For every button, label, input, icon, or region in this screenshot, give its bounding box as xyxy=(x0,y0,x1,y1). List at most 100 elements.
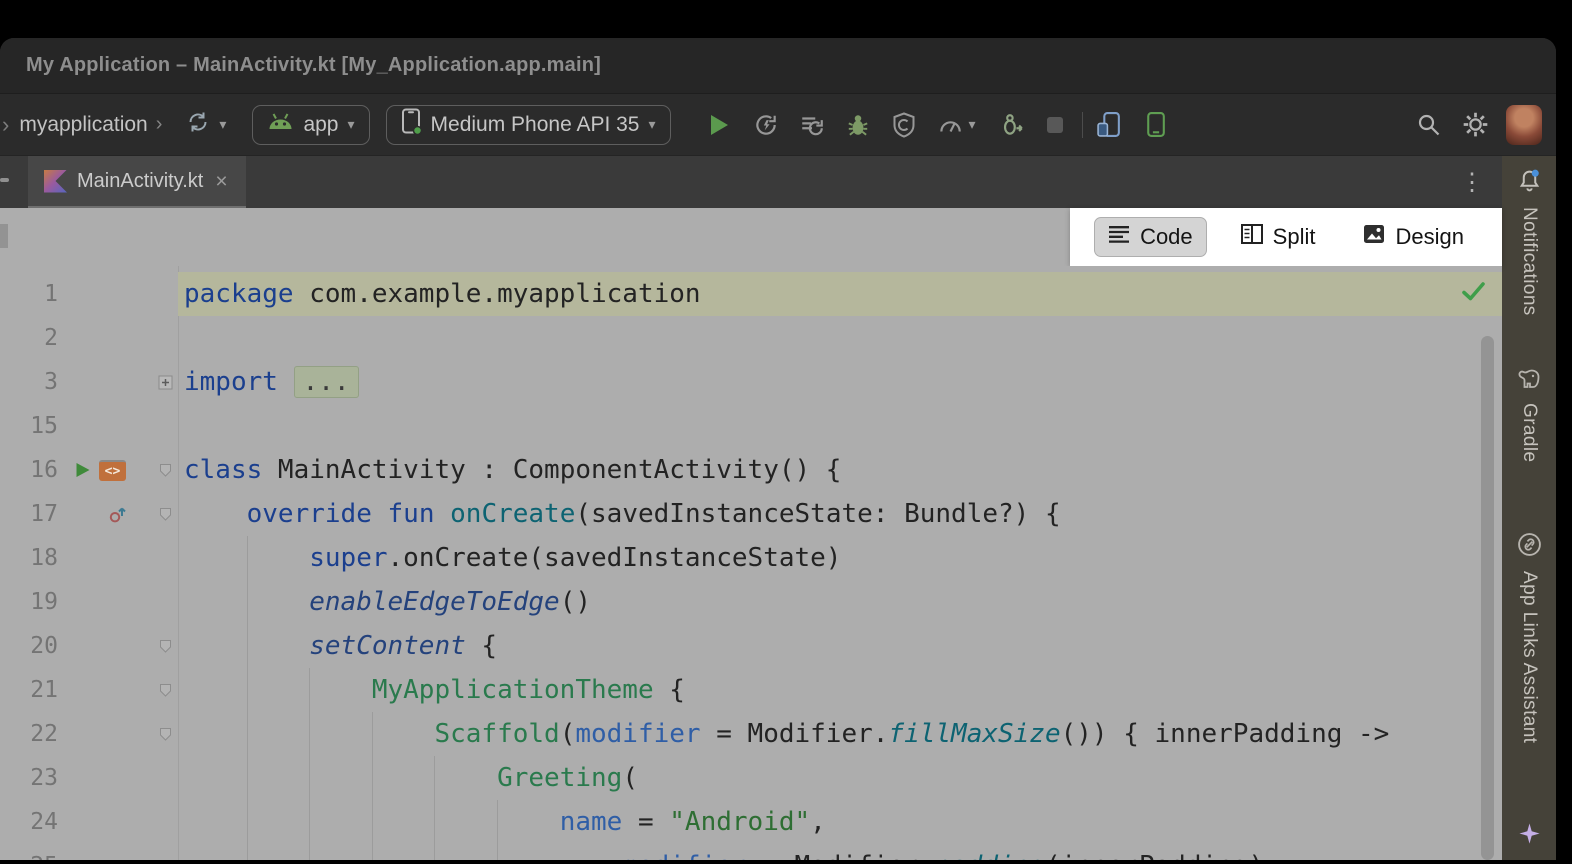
design-view-icon xyxy=(1363,224,1385,250)
editor-scrollbar[interactable] xyxy=(1481,336,1494,860)
phone-device-icon xyxy=(401,108,422,141)
device-manager-icon xyxy=(1096,111,1123,138)
design-view-button[interactable]: Design xyxy=(1349,217,1477,257)
fold-column xyxy=(152,580,178,624)
code-line[interactable]: 18 super.onCreate(savedInstanceState) xyxy=(0,536,1502,580)
fold-marker-icon[interactable] xyxy=(158,492,173,536)
fold-column xyxy=(152,712,178,756)
code-text: Scaffold(modifier = Modifier.fillMaxSize… xyxy=(178,712,1502,756)
bell-icon xyxy=(1517,168,1542,198)
tool-window-label: App Links Assistant xyxy=(1518,571,1540,743)
fold-marker-icon[interactable] xyxy=(158,712,173,756)
gradle-sync-button[interactable]: ▾ xyxy=(176,105,236,145)
tool-window-gradle[interactable]: Gradle xyxy=(1516,368,1543,462)
android-head-icon xyxy=(267,112,294,137)
profiler-button[interactable] xyxy=(933,108,967,142)
override-gutter-icon[interactable] xyxy=(108,504,128,524)
search-everywhere-button[interactable] xyxy=(1412,108,1446,142)
code-text: super.onCreate(savedInstanceState) xyxy=(178,536,1502,580)
settings-button[interactable] xyxy=(1458,108,1492,142)
gutter-icons xyxy=(58,756,152,800)
run-gutter-icon[interactable] xyxy=(74,461,91,479)
running-devices-button[interactable] xyxy=(1139,108,1173,142)
tool-window-notifications[interactable]: Notifications xyxy=(1517,168,1542,316)
user-avatar[interactable] xyxy=(1506,105,1542,145)
debug-bug-icon xyxy=(845,112,871,138)
code-text: class MainActivity : ComponentActivity()… xyxy=(178,448,1502,492)
apply-changes-button[interactable] xyxy=(749,108,783,142)
code-line[interactable]: 25 modifier = Modifier.padding(innerPadd… xyxy=(0,844,1502,860)
gutter-icons xyxy=(58,844,152,860)
fold-column xyxy=(152,448,178,492)
code-line[interactable]: 23 Greeting( xyxy=(0,756,1502,800)
fold-marker-icon[interactable] xyxy=(158,668,173,712)
running-devices-icon xyxy=(1142,111,1169,138)
code-line[interactable]: 15 xyxy=(0,404,1502,448)
window-titlebar: My Application – MainActivity.kt [My_App… xyxy=(0,38,1556,94)
gemini-assistant-button[interactable] xyxy=(1518,822,1541,850)
fold-column xyxy=(152,272,178,316)
code-line[interactable]: 17 override fun onCreate(savedInstanceSt… xyxy=(0,492,1502,536)
ide-window: My Application – MainActivity.kt [My_App… xyxy=(0,38,1556,860)
code-editor[interactable]: 1package com.example.myapplication23impo… xyxy=(0,266,1502,860)
gutter-icons xyxy=(58,624,152,668)
device-label: Medium Phone API 35 xyxy=(431,113,640,137)
split-view-button[interactable]: Split xyxy=(1227,217,1330,257)
device-manager-button[interactable] xyxy=(1093,108,1127,142)
code-line[interactable]: 19 enableEdgeToEdge() xyxy=(0,580,1502,624)
code-view-button[interactable]: Code xyxy=(1094,217,1207,257)
code-text xyxy=(178,316,1502,360)
fold-marker-icon[interactable] xyxy=(158,448,173,492)
run-button[interactable] xyxy=(701,108,735,142)
screenshot-root: My Application – MainActivity.kt [My_App… xyxy=(0,0,1572,864)
line-number: 17 xyxy=(0,492,58,536)
cropped-tool-stripe-fragment xyxy=(0,224,8,248)
fold-column xyxy=(152,536,178,580)
tool-window-app-links-assistant[interactable]: App Links Assistant xyxy=(1517,532,1542,743)
cropped-tool-stripe-fragment xyxy=(0,178,9,182)
code-line[interactable]: 22 Scaffold(modifier = Modifier.fillMaxS… xyxy=(0,712,1502,756)
code-line[interactable]: 20 setContent { xyxy=(0,624,1502,668)
code-line[interactable]: 3import ... xyxy=(0,360,1502,404)
profile-shield-icon xyxy=(892,112,916,138)
code-text: MyApplicationTheme { xyxy=(178,668,1502,712)
code-text: modifier = Modifier.padding(innerPadding… xyxy=(178,844,1502,860)
profile-low-overhead-button[interactable] xyxy=(887,108,921,142)
gutter-icons xyxy=(58,360,152,404)
device-selector[interactable]: Medium Phone API 35 ▾ xyxy=(386,105,671,145)
code-line[interactable]: 21 MyApplicationTheme { xyxy=(0,668,1502,712)
debug-button[interactable] xyxy=(841,108,875,142)
line-number: 23 xyxy=(0,756,58,800)
gutter-icons xyxy=(58,580,152,624)
kebab-menu-icon[interactable]: ⋮ xyxy=(1460,168,1484,197)
code-line[interactable]: 24 name = "Android", xyxy=(0,800,1502,844)
fold-column xyxy=(152,316,178,360)
line-number: 20 xyxy=(0,624,58,668)
tab-close-icon[interactable]: × xyxy=(213,171,229,192)
kotlin-file-icon xyxy=(44,170,67,193)
android-component-gutter-icon[interactable]: <> xyxy=(99,460,126,481)
code-text xyxy=(178,404,1502,448)
play-icon xyxy=(705,112,731,138)
line-number: 25 xyxy=(0,844,58,860)
fold-column xyxy=(152,844,178,860)
fold-marker-icon[interactable] xyxy=(158,624,173,668)
code-line[interactable]: 2 xyxy=(0,316,1502,360)
code-line[interactable]: 16<>class MainActivity : ComponentActivi… xyxy=(0,448,1502,492)
run-config-selector[interactable]: app ▾ xyxy=(252,105,369,145)
line-number: 21 xyxy=(0,668,58,712)
gutter-icons xyxy=(58,712,152,756)
attach-debugger-button[interactable] xyxy=(994,108,1028,142)
stop-button[interactable] xyxy=(1038,108,1072,142)
code-line[interactable]: 1package com.example.myapplication xyxy=(0,272,1502,316)
right-tool-stripe: Notifications Gradle App Links Assistant xyxy=(1502,156,1556,860)
stop-icon xyxy=(1044,114,1066,136)
no-problems-check-icon[interactable] xyxy=(1461,279,1486,309)
breadcrumb-project[interactable]: myapplication xyxy=(19,113,147,137)
chevron-down-icon[interactable]: ▾ xyxy=(969,116,976,133)
run-config-label: app xyxy=(303,113,338,137)
tab-mainactivity[interactable]: MainActivity.kt × xyxy=(28,156,246,208)
split-view-icon xyxy=(1241,224,1263,250)
fold-marker-icon[interactable] xyxy=(158,360,173,404)
apply-code-changes-button[interactable] xyxy=(795,108,829,142)
